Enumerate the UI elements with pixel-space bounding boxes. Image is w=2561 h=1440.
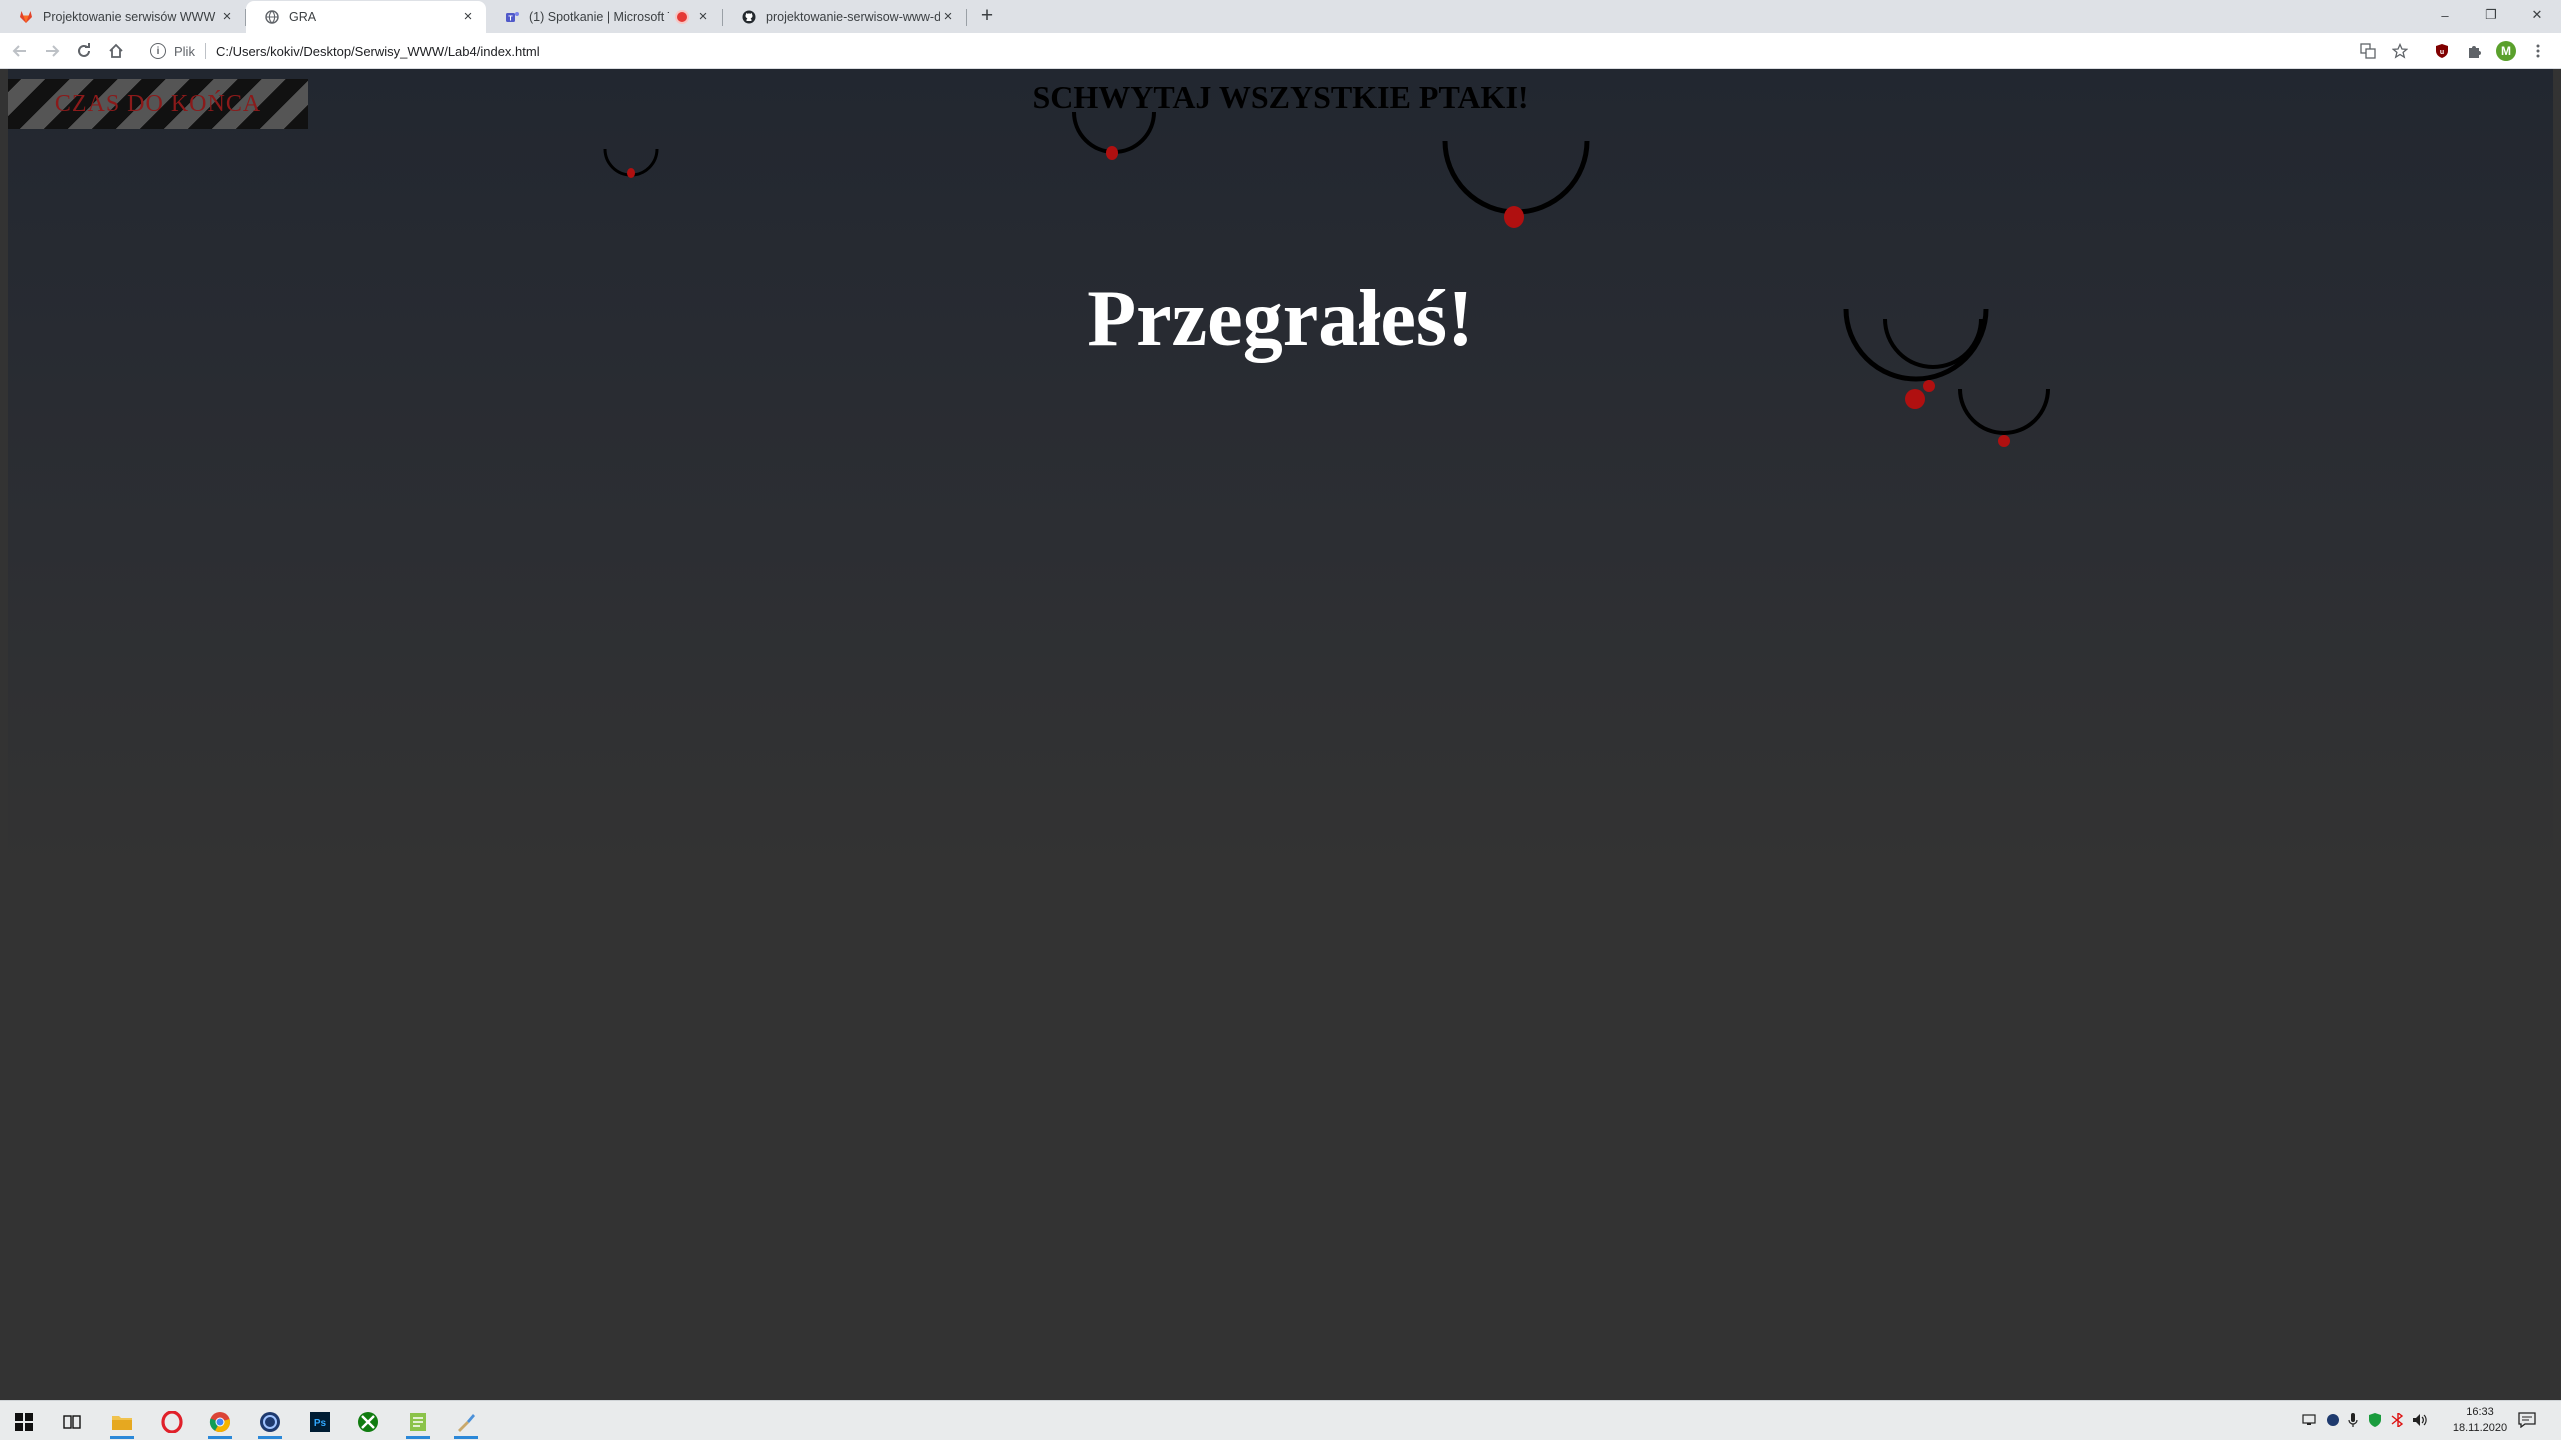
paint-icon[interactable] [446,1405,486,1439]
tab-separator [966,9,967,26]
close-tab-icon[interactable]: × [460,9,476,25]
back-button[interactable] [8,39,32,63]
tab-strip: Projektowanie serwisów WWW × GRA × T (1)… [0,0,2561,33]
tab-gitlab[interactable]: Projektowanie serwisów WWW × [0,1,245,33]
tray-app-icon[interactable] [2326,1413,2340,1430]
gitlab-icon [18,9,34,25]
app-blue-icon[interactable] [250,1405,290,1439]
bluetooth-icon[interactable] [2390,1411,2406,1430]
tab-title: projektowanie-serwisow-www-d [766,10,940,24]
taskbar-clock[interactable]: 16:33 18.11.2020 [2440,1404,2520,1436]
svg-text:T: T [508,15,513,22]
tab-teams[interactable]: T (1) Spotkanie | Microsoft Tea × [486,1,721,33]
arrow-right-icon [46,45,60,57]
home-icon [109,43,123,58]
tab-gra[interactable]: GRA × [246,1,486,33]
photoshop-icon[interactable]: Ps [300,1405,340,1439]
network-icon[interactable] [2302,1413,2318,1430]
ublock-icon[interactable]: u [2432,41,2452,61]
bird[interactable] [603,148,659,178]
microphone-icon[interactable] [2348,1413,2358,1430]
address-bar[interactable]: i Plik C:/Users/kokiv/Desktop/Serwisy_WW… [140,36,2380,66]
opera-icon[interactable] [152,1405,192,1439]
close-tab-icon[interactable]: × [940,9,956,25]
security-icon[interactable] [2368,1413,2382,1430]
tab-title: (1) Spotkanie | Microsoft Tea [529,10,669,24]
url-text[interactable]: C:/Users/kokiv/Desktop/Serwisy_WWW/Lab4/… [216,44,540,59]
scheme-label: Plik [174,43,195,59]
xbox-icon[interactable] [348,1405,388,1439]
notepadpp-icon[interactable] [398,1405,438,1439]
result-message: Przegrałeś! [1087,275,1474,363]
browser-toolbar: i Plik C:/Users/kokiv/Desktop/Serwisy_WW… [0,33,2561,69]
new-tab-button[interactable]: + [976,5,998,27]
star-icon[interactable] [2390,41,2410,61]
volume-icon[interactable] [2412,1413,2428,1430]
minimize-button[interactable]: – [2422,0,2468,30]
bird[interactable] [1072,111,1156,160]
clock-time: 16:33 [2466,1406,2494,1418]
file-explorer-icon[interactable] [102,1405,142,1439]
bird[interactable] [1442,140,1590,228]
translate-icon[interactable] [2358,41,2378,61]
svg-text:u: u [2440,49,2444,56]
game-title: SCHWYTAJ WSZYSTKIE PTAKI! [1032,79,1529,115]
svg-text:Ps: Ps [314,1418,327,1429]
omnibox-divider [204,43,206,59]
profile-initial: M [2496,41,2516,61]
site-info-icon[interactable]: i [150,43,166,59]
arrow-left-icon [12,45,26,57]
close-tab-icon[interactable]: × [219,9,235,25]
restore-button[interactable]: ❐ [2468,0,2514,30]
tab-title: Projektowanie serwisów WWW [43,10,216,24]
profile-avatar[interactable]: M [2496,41,2516,61]
game-page: CZAS DO KOŃCA SCHWYTAJ WSZYSTKIE PTAKI! … [8,69,2553,1400]
close-tab-icon[interactable]: × [695,9,711,25]
github-icon [741,9,757,25]
notifications-icon[interactable] [2518,1412,2536,1431]
task-view-icon[interactable] [52,1405,92,1439]
reload-button[interactable] [72,39,96,63]
tab-title: GRA [289,10,317,24]
recording-indicator-icon [677,12,687,22]
chrome-icon[interactable] [200,1405,240,1439]
start-icon[interactable] [4,1405,44,1439]
extensions-icon[interactable] [2464,41,2484,61]
teams-icon: T [504,9,520,25]
bird[interactable] [1958,388,2050,447]
menu-icon[interactable] [2528,41,2548,61]
close-window-button[interactable]: ✕ [2514,0,2560,30]
reload-icon [78,43,90,57]
tab-github[interactable]: projektowanie-serwisow-www-d × [723,1,966,33]
windows-taskbar: Ps 16:33 18.11.2020 [0,1400,2561,1440]
home-button[interactable] [104,39,128,63]
globe-icon [264,9,280,25]
forward-button[interactable] [40,39,64,63]
clock-date: 18.11.2020 [2452,1422,2508,1434]
